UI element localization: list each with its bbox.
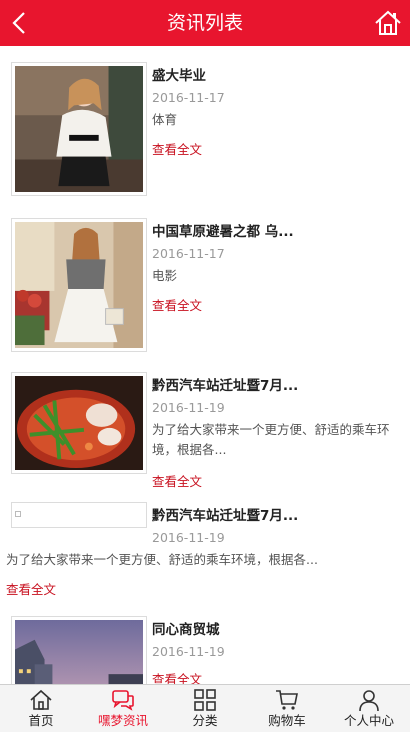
article-category: 电影 [152,268,178,283]
article-category: 体育 [152,112,178,127]
article-title[interactable]: 黔西汽车站迁址暨7月... [152,506,402,526]
read-more-link[interactable]: 查看全文 [152,296,202,316]
read-more-link[interactable]: 查看全文 [6,580,56,600]
bottom-tab-bar: 首页 嘿梦资讯 分类 购物车 个人中心 [0,684,410,732]
tab-home[interactable]: 首页 [0,685,82,732]
article-date: 2016-11-19 [152,644,225,659]
read-more-link[interactable]: 查看全文 [152,472,202,492]
tab-label: 嘿梦资讯 [97,713,148,728]
tab-category[interactable]: 分类 [164,685,246,732]
article-thumbnail[interactable] [11,372,147,474]
read-more-link[interactable]: 查看全文 [152,140,202,160]
tab-label: 购物车 [268,713,306,728]
list-item[interactable]: 黔西汽车站迁址暨7月... 2016-11-19 为了给大家带来一个更方便、舒适… [0,502,410,612]
article-thumbnail[interactable] [11,616,147,684]
tab-news[interactable]: 嘿梦资讯 [82,685,164,732]
tab-label: 个人中心 [343,713,394,728]
home-button[interactable] [374,9,402,37]
tab-cart[interactable]: 购物车 [246,685,328,732]
page-title: 资讯列表 [166,12,243,34]
grid-icon [194,689,216,711]
article-title[interactable]: 中国草原避暑之都 乌... [152,222,402,242]
article-date: 2016-11-17 [152,246,225,261]
broken-image-icon [15,511,21,517]
top-bar: 资讯列表 [0,0,410,46]
article-thumbnail[interactable] [11,218,147,352]
article-summary: 为了给大家带来一个更方便、舒适的乘车环境，根据各... [152,422,390,457]
tab-label: 分类 [192,713,218,728]
article-thumbnail[interactable] [11,502,147,528]
cart-icon [276,690,298,710]
list-item[interactable]: 同心商贸城 2016-11-19 查看全文 [0,616,410,684]
article-list: 盛大毕业 2016-11-17 体育 查看全文 中国草原避暑之都 乌... 20… [0,46,410,684]
tab-label: 首页 [28,713,54,728]
article-date: 2016-11-19 [152,530,225,545]
article-date: 2016-11-17 [152,90,225,105]
home-icon [30,689,52,710]
article-thumbnail[interactable] [11,62,147,196]
list-item[interactable]: 中国草原避暑之都 乌... 2016-11-17 电影 查看全文 [0,218,410,358]
article-title[interactable]: 同心商贸城 [152,620,402,640]
chat-icon [112,690,134,711]
article-title[interactable]: 黔西汽车站迁址暨7月... [152,376,402,396]
user-icon [359,690,379,712]
article-date: 2016-11-19 [152,400,225,415]
news-list-page: 资讯列表 盛大毕业 2016-11-17 体育 查看全文 中国草原避暑之都 乌.… [0,0,410,732]
tab-profile[interactable]: 个人中心 [328,685,410,732]
read-more-link[interactable]: 查看全文 [152,670,202,684]
list-item[interactable]: 黔西汽车站迁址暨7月... 2016-11-19 为了给大家带来一个更方便、舒适… [0,372,410,496]
list-item[interactable]: 盛大毕业 2016-11-17 体育 查看全文 [0,62,410,202]
article-summary: 为了给大家带来一个更方便、舒适的乘车环境，根据各... [6,552,318,567]
article-title[interactable]: 盛大毕业 [152,66,402,86]
home-icon [375,10,401,35]
